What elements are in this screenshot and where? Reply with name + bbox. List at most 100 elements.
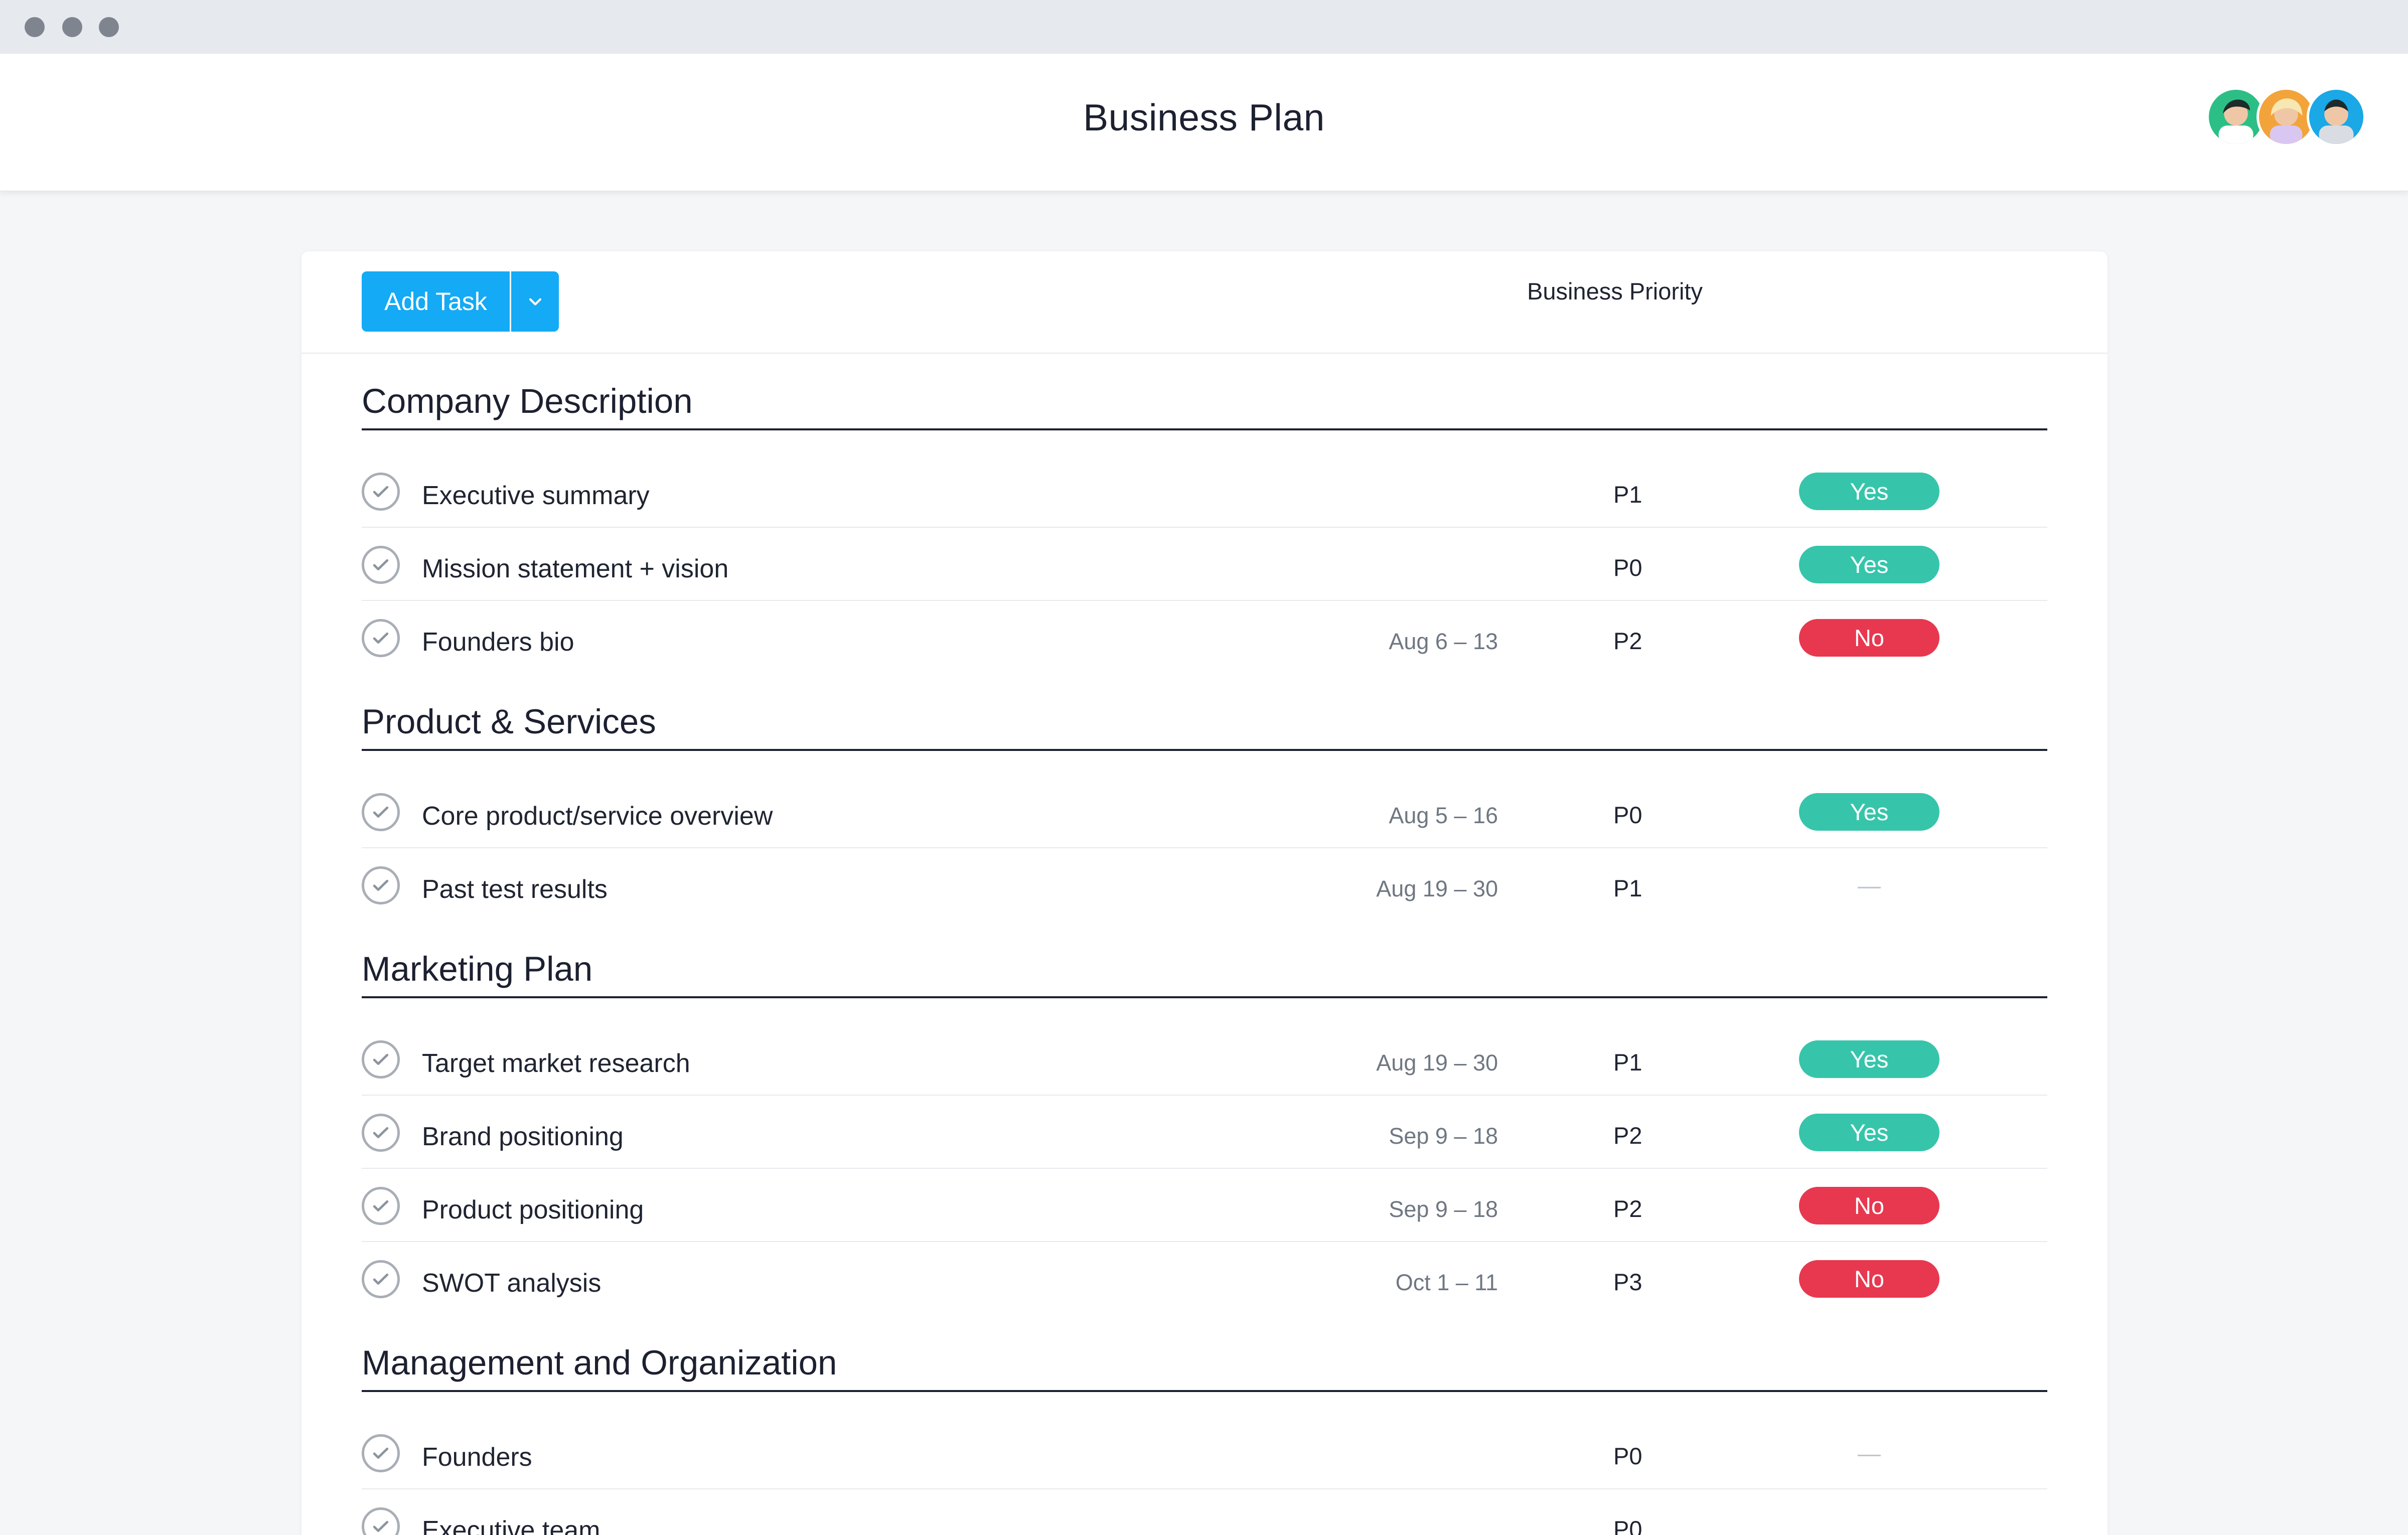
section-product-services: Product & Services Core product/service …: [362, 673, 2047, 920]
avatar-group: [2206, 87, 2377, 150]
task-date[interactable]: Aug 19 – 30: [1376, 876, 1498, 902]
complete-task-checkbox[interactable]: [362, 1187, 400, 1225]
task-date[interactable]: Sep 9 – 18: [1389, 1123, 1498, 1149]
task-priority[interactable]: P2: [1613, 1122, 1642, 1149]
task-name[interactable]: Core product/service overview: [422, 801, 773, 831]
task-priority[interactable]: P3: [1613, 1268, 1642, 1296]
task-priority[interactable]: P0: [1613, 554, 1642, 581]
section-management-organization: Management and Organization Founders P0 …: [362, 1314, 2047, 1535]
check-icon: [373, 879, 389, 891]
section-rows: Founders P0 — Executive team P0: [362, 1416, 2047, 1535]
task-name[interactable]: Product positioning: [422, 1195, 644, 1225]
task-name[interactable]: Founders bio: [422, 627, 574, 657]
complete-task-checkbox[interactable]: [362, 793, 400, 831]
section-title[interactable]: Marketing Plan: [362, 920, 2047, 998]
task-name[interactable]: Brand positioning: [422, 1122, 624, 1152]
section-title[interactable]: Company Description: [362, 353, 2047, 430]
task-date[interactable]: Sep 9 – 18: [1389, 1196, 1498, 1222]
task-sections: Company Description Executive summary P1…: [362, 353, 2047, 1535]
task-priority[interactable]: P1: [1613, 481, 1642, 508]
complete-task-checkbox[interactable]: [362, 546, 400, 584]
check-icon: [373, 559, 389, 570]
table-row[interactable]: Core product/service overview Aug 5 – 16…: [362, 775, 2047, 848]
complete-task-checkbox[interactable]: [362, 1507, 400, 1535]
complete-task-checkbox[interactable]: [362, 473, 400, 511]
check-icon: [373, 806, 389, 818]
window-minimize-dot[interactable]: [62, 17, 82, 37]
table-row[interactable]: Product positioning Sep 9 – 18 P2 No: [362, 1169, 2047, 1242]
task-name[interactable]: Past test results: [422, 874, 608, 904]
task-priority[interactable]: P1: [1613, 874, 1642, 902]
section-rows: Target market research Aug 19 – 30 P1 Ye…: [362, 1022, 2047, 1314]
column-header-approval[interactable]: Approval: [1765, 269, 1905, 307]
check-icon: [373, 1053, 389, 1065]
check-icon: [373, 1200, 389, 1211]
task-date[interactable]: Oct 1 – 11: [1396, 1270, 1498, 1296]
chevron-down-icon: [529, 298, 541, 305]
table-row[interactable]: Brand positioning Sep 9 – 18 P2 Yes: [362, 1096, 2047, 1169]
task-priority[interactable]: P0: [1613, 1442, 1642, 1470]
table-row[interactable]: SWOT analysis Oct 1 – 11 P3 No: [362, 1242, 2047, 1314]
approval-status-pill[interactable]: Yes: [1799, 793, 1939, 831]
approval-status-pill[interactable]: Yes: [1799, 1040, 1939, 1078]
complete-task-checkbox[interactable]: [362, 619, 400, 657]
approval-status-empty: —: [1858, 1440, 1881, 1466]
avatar-person-icon: [2209, 90, 2263, 144]
task-name[interactable]: Founders: [422, 1442, 532, 1472]
task-name[interactable]: SWOT analysis: [422, 1268, 601, 1298]
task-list-card: Add Task Business Priority Approval Comp…: [301, 251, 2108, 1535]
avatar-person-icon: [2309, 90, 2363, 144]
section-rows: Executive summary P1 Yes Mission stateme…: [362, 454, 2047, 673]
approval-status-pill[interactable]: No: [1799, 1260, 1939, 1298]
approval-status-pill[interactable]: No: [1799, 1187, 1939, 1224]
add-task-dropdown-button[interactable]: [511, 271, 559, 332]
task-name[interactable]: Target market research: [422, 1048, 690, 1079]
complete-task-checkbox[interactable]: [362, 1260, 400, 1298]
check-icon: [373, 1273, 389, 1285]
table-row[interactable]: Founders P0 —: [362, 1416, 2047, 1489]
section-marketing-plan: Marketing Plan Target market research Au…: [362, 920, 2047, 1314]
table-row[interactable]: Past test results Aug 19 – 30 P1 —: [362, 848, 2047, 920]
task-date[interactable]: Aug 5 – 16: [1389, 803, 1498, 829]
approval-status-pill[interactable]: Yes: [1799, 546, 1939, 583]
task-name[interactable]: Mission statement + vision: [422, 554, 728, 584]
table-row[interactable]: Founders bio Aug 6 – 13 P2 No: [362, 601, 2047, 673]
complete-task-checkbox[interactable]: [362, 1040, 400, 1079]
task-priority[interactable]: P2: [1613, 627, 1642, 655]
section-company-description: Company Description Executive summary P1…: [362, 353, 2047, 673]
task-priority[interactable]: P0: [1613, 801, 1642, 829]
section-title[interactable]: Management and Organization: [362, 1314, 2047, 1392]
approval-status-pill[interactable]: No: [1799, 619, 1939, 657]
task-date[interactable]: Aug 19 – 30: [1376, 1050, 1498, 1076]
complete-task-checkbox[interactable]: [362, 1114, 400, 1152]
task-name[interactable]: Executive summary: [422, 481, 650, 511]
task-priority[interactable]: P2: [1613, 1195, 1642, 1222]
check-icon: [373, 632, 389, 644]
task-name[interactable]: Executive team: [422, 1515, 600, 1535]
check-icon: [373, 1520, 389, 1532]
table-row[interactable]: Target market research Aug 19 – 30 P1 Ye…: [362, 1022, 2047, 1096]
complete-task-checkbox[interactable]: [362, 1434, 400, 1472]
avatar[interactable]: [2307, 87, 2366, 146]
task-priority[interactable]: P0: [1613, 1515, 1642, 1535]
table-row[interactable]: Mission statement + vision P0 Yes: [362, 528, 2047, 601]
complete-task-checkbox[interactable]: [362, 866, 400, 904]
section-title[interactable]: Product & Services: [362, 673, 2047, 751]
table-row[interactable]: Executive summary P1 Yes: [362, 454, 2047, 528]
avatar-person-icon: [2259, 90, 2313, 144]
page-header: Business Plan: [0, 54, 2408, 191]
approval-status-pill[interactable]: Yes: [1799, 1114, 1939, 1151]
check-icon: [373, 1447, 389, 1459]
window-zoom-dot[interactable]: [99, 17, 119, 37]
approval-status-empty: [1799, 1507, 1939, 1535]
window-chrome: [0, 0, 2408, 54]
task-priority[interactable]: P1: [1613, 1048, 1642, 1076]
window-close-dot[interactable]: [25, 17, 45, 37]
task-date[interactable]: Aug 6 – 13: [1389, 629, 1498, 655]
approval-status-pill[interactable]: Yes: [1799, 473, 1939, 510]
page-title: Business Plan: [1083, 96, 1325, 138]
table-row[interactable]: Executive team P0: [362, 1489, 2047, 1535]
app-window: Business Plan Add Task Business Priority…: [0, 0, 2408, 1535]
add-task-button[interactable]: Add Task: [362, 271, 510, 332]
column-header-business-priority[interactable]: Business Priority: [1527, 277, 1703, 305]
